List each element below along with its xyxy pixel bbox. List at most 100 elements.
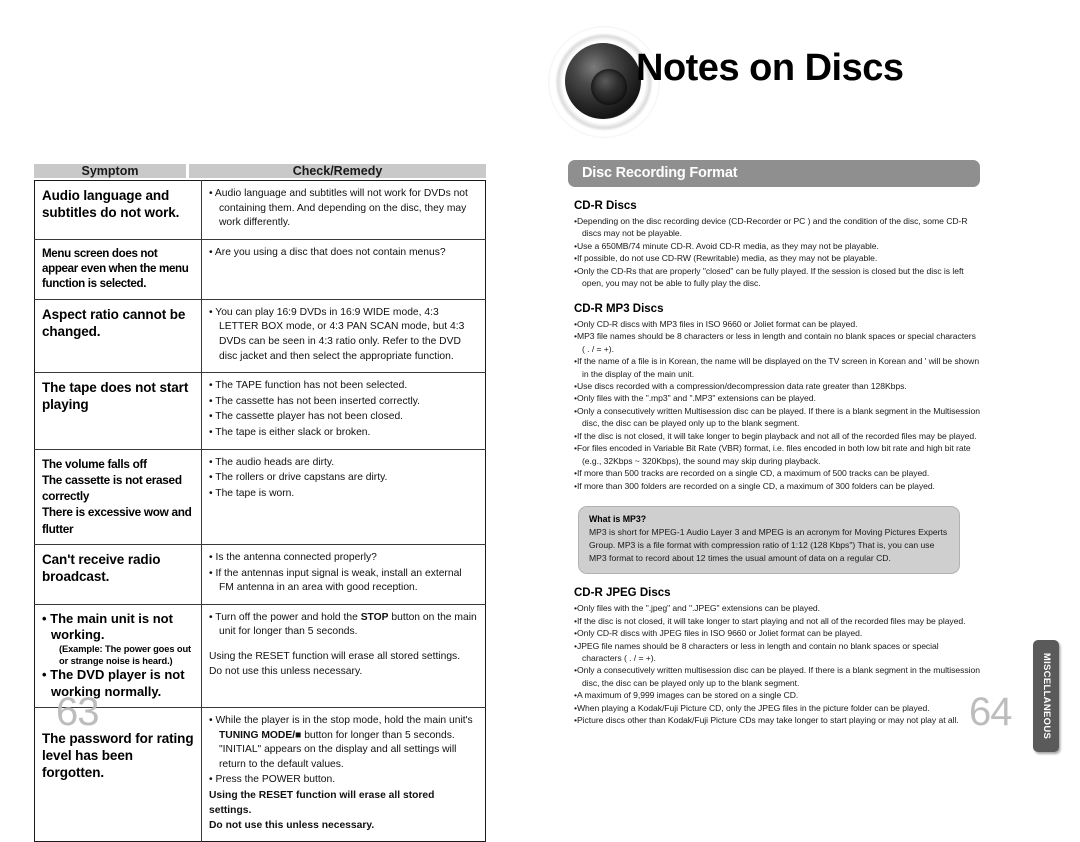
- symptom-text: The tape does not start playing: [42, 380, 189, 413]
- list-item: Depending on the disc recording device (…: [574, 215, 980, 240]
- heading-cdr-jpeg-discs: CD-R JPEG Discs: [574, 587, 671, 600]
- remedy-item: While the player is in the stop mode, ho…: [209, 714, 478, 772]
- remedy-note: Using the RESET function will erase all …: [209, 650, 461, 662]
- troubleshooting-body-table: Audio language and subtitles do not work…: [34, 180, 486, 842]
- remedy-text-pre: While the player is in the stop mode, ho…: [215, 714, 473, 726]
- remedy-list: Are you using a disc that does not conta…: [209, 246, 478, 261]
- list-item: Only a consecutively written multisessio…: [574, 664, 980, 689]
- remedy-text-pre: Turn off the power and hold the: [215, 611, 361, 623]
- disc-recording-format-section: Disc Recording Format CD-R Discs Dependi…: [568, 160, 980, 727]
- list-item: MP3 file names should be 8 characters or…: [574, 330, 980, 355]
- remedy-list: While the player is in the stop mode, ho…: [209, 714, 478, 788]
- remedy-list: Is the antenna connected properly? If th…: [209, 551, 478, 596]
- remedy-item: You can play 16:9 DVDs in 16:9 WIDE mode…: [209, 306, 478, 364]
- heading-cdr-mp3-discs: CD-R MP3 Discs: [574, 302, 664, 315]
- symptom-cell: Audio language and subtitles do not work…: [34, 180, 202, 240]
- logo-speaker-body: [565, 43, 641, 119]
- remedy-item: The cassette has not been inserted corre…: [209, 395, 478, 410]
- remedy-note: Do not use this unless necessary.: [209, 819, 375, 831]
- remedy-list: Turn off the power and hold the STOP but…: [209, 611, 478, 640]
- list-item: If the disc is not closed, it will take …: [574, 430, 980, 442]
- list-item: If more than 500 tracks are recorded on …: [574, 467, 980, 479]
- list-item: When playing a Kodak/Fuji Picture CD, on…: [574, 702, 980, 714]
- cdr-jpeg-discs-list: Only files with the ".jpeg" and ".JPEG" …: [574, 602, 980, 727]
- remedy-list: Audio language and subtitles will not wo…: [209, 187, 478, 231]
- symptom-cell: Can't receive radio broadcast.: [34, 543, 202, 605]
- heading-cdr-discs: CD-R Discs: [574, 200, 637, 212]
- list-item: Only CD-R discs with MP3 files in ISO 96…: [574, 318, 980, 330]
- remedy-list: The TAPE function has not been selected.…: [209, 379, 478, 440]
- table-row: Can't receive radio broadcast. Is the an…: [34, 543, 486, 605]
- list-item: Only files with the ".mp3" and ".MP3" ex…: [574, 392, 980, 404]
- list-item: A maximum of 9,999 images can be stored …: [574, 689, 980, 701]
- page-title: Notes on Discs: [636, 47, 904, 89]
- remedy-item: Turn off the power and hold the STOP but…: [209, 611, 478, 640]
- callout-title: What is MP3?: [589, 514, 647, 525]
- symptom-bullet-list: The main unit is not working. (Example: …: [42, 611, 194, 700]
- symptom-bullet-main: The main unit is not working.: [50, 610, 173, 642]
- section-banner-disc-recording-format: Disc Recording Format: [568, 160, 980, 187]
- remedy-cell: The TAPE function has not been selected.…: [201, 372, 486, 450]
- list-item: Only files with the ".jpeg" and ".JPEG" …: [574, 602, 980, 614]
- callout-text: MP3 is short for MPEG-1 Audio Layer 3 an…: [589, 527, 948, 563]
- remedy-cell: The audio heads are dirty. The rollers o…: [201, 448, 486, 545]
- remedy-item: The audio heads are dirty.: [209, 456, 478, 471]
- list-item: If more than 300 folders are recorded on…: [574, 480, 980, 492]
- symptom-line: The volume falls off: [42, 456, 147, 471]
- symptom-text: Menu screen does not appear even when th…: [42, 246, 189, 291]
- table-row: The password for rating level has been f…: [34, 706, 486, 842]
- list-item: If the name of a file is in Korean, the …: [574, 355, 980, 380]
- remedy-cell: Turn off the power and hold the STOP but…: [201, 603, 486, 708]
- remedy-item: Press the POWER button.: [209, 773, 478, 788]
- remedy-item: The tape is worn.: [209, 487, 478, 502]
- table-header-row: Symptom Check/Remedy: [34, 164, 486, 178]
- list-item: If the disc is not closed, it will take …: [574, 615, 980, 627]
- page-number-right: 64: [969, 690, 1012, 734]
- troubleshooting-header-table: Symptom Check/Remedy: [34, 164, 486, 178]
- remedy-item: The tape is either slack or broken.: [209, 426, 478, 441]
- list-item: If possible, do not use CD-RW (Rewritabl…: [574, 252, 980, 264]
- list-item: Only a consecutively written Multisessio…: [574, 405, 980, 430]
- remedy-text-bold: STOP: [360, 611, 389, 623]
- list-item: Only the CD-Rs that are properly "closed…: [574, 265, 980, 290]
- symptom-text: Audio language and subtitles do not work…: [42, 188, 180, 221]
- remedy-item: If the antennas input signal is weak, in…: [209, 567, 478, 596]
- table-row: Audio language and subtitles do not work…: [34, 180, 486, 240]
- remedy-list: The audio heads are dirty. The rollers o…: [209, 456, 478, 502]
- remedy-note: Do not use this unless necessary.: [209, 665, 363, 677]
- remedy-cell: You can play 16:9 DVDs in 16:9 WIDE mode…: [201, 298, 486, 373]
- symptom-cell: Aspect ratio cannot be changed.: [34, 298, 202, 373]
- remedy-item: Are you using a disc that does not conta…: [209, 246, 478, 261]
- symptom-bullet-sub: (Example: The power goes out or strange …: [59, 644, 192, 667]
- remedy-cell: Audio language and subtitles will not wo…: [202, 181, 486, 240]
- table-row: Menu screen does not appear even when th…: [34, 238, 486, 300]
- remedy-item: Is the antenna connected properly?: [209, 551, 478, 566]
- side-tab-label: MISCELLANEOUS: [1041, 652, 1052, 740]
- symptom-text: The password for rating level has been f…: [42, 730, 194, 781]
- remedy-cell: Is the antenna connected properly? If th…: [201, 543, 486, 605]
- list-item: For files encoded in Variable Bit Rate (…: [574, 442, 980, 467]
- column-header-symptom: Symptom: [34, 164, 186, 178]
- table-row: Aspect ratio cannot be changed. You can …: [34, 298, 486, 373]
- column-header-check-remedy: Check/Remedy: [189, 164, 486, 178]
- symptom-cell: The volume falls off The cassette is not…: [34, 448, 202, 545]
- table-row: The tape does not start playing The TAPE…: [34, 372, 486, 450]
- symptom-cell: Menu screen does not appear even when th…: [34, 238, 202, 300]
- list-item: Picture discs other than Kodak/Fuji Pict…: [574, 714, 980, 726]
- symptom-text: Can't receive radio broadcast.: [42, 551, 161, 585]
- what-is-mp3-callout: What is MP3? MP3 is short for MPEG-1 Aud…: [578, 506, 960, 575]
- troubleshooting-section: Symptom Check/Remedy Audio language and …: [34, 164, 486, 842]
- symptom-cell: The tape does not start playing: [34, 372, 202, 450]
- side-tab-miscellaneous: MISCELLANEOUS: [1033, 640, 1059, 752]
- remedy-item: The cassette player has not been closed.: [209, 410, 478, 425]
- table-row: The main unit is not working. (Example: …: [34, 603, 486, 708]
- list-item: Only CD-R discs with JPEG files in ISO 9…: [574, 627, 980, 639]
- remedy-list: You can play 16:9 DVDs in 16:9 WIDE mode…: [209, 306, 478, 364]
- list-item: Use discs recorded with a compression/de…: [574, 380, 980, 392]
- remedy-item: The rollers or drive capstans are dirty.: [209, 471, 478, 486]
- list-item: JPEG file names should be 8 characters o…: [574, 640, 980, 665]
- remedy-cell: While the player is in the stop mode, ho…: [201, 706, 486, 842]
- remedy-item: Audio language and subtitles will not wo…: [209, 187, 478, 231]
- remedy-note: Using the RESET function will erase all …: [209, 789, 435, 816]
- table-row: The volume falls off The cassette is not…: [34, 448, 486, 545]
